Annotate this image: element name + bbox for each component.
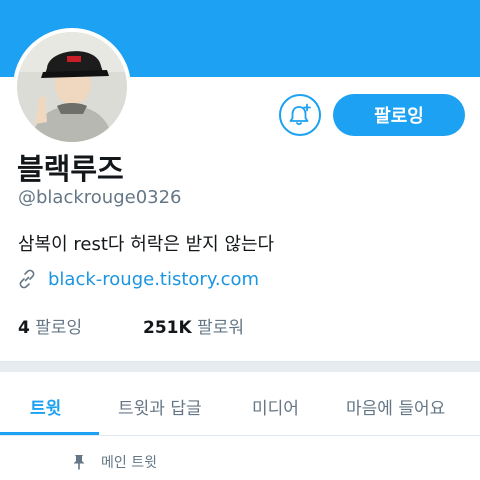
following-button-label: 팔로잉: [374, 106, 424, 127]
following-stat[interactable]: 4 팔로잉: [18, 313, 82, 338]
bell-plus-icon: [289, 103, 311, 126]
link-icon: [19, 269, 35, 289]
tab-media[interactable]: 미디어: [252, 394, 299, 419]
pinned-tweet-header: 메인 트윗: [72, 452, 157, 472]
following-button[interactable]: 팔로잉: [333, 94, 465, 136]
followers-label: 팔로워: [191, 318, 244, 338]
active-tab-indicator: [0, 432, 99, 435]
following-count: 4: [18, 318, 30, 338]
profile-link-row[interactable]: black-rouge.tistory.com: [16, 268, 259, 290]
followers-count: 251K: [143, 318, 192, 338]
followers-stat[interactable]: 251K 팔로워: [143, 313, 244, 338]
profile-link[interactable]: black-rouge.tistory.com: [48, 269, 259, 290]
avatar[interactable]: [17, 32, 127, 142]
pinned-label: 메인 트윗: [101, 455, 157, 471]
tab-tweets[interactable]: 트윗: [30, 394, 61, 419]
tab-tweets-and-replies[interactable]: 트윗과 답글: [118, 394, 202, 419]
user-bio: 삼복이 rest다 허락은 받지 않는다: [18, 234, 275, 255]
section-gap: [0, 362, 480, 372]
tab-likes[interactable]: 마음에 들어요: [346, 394, 445, 419]
pin-icon: [73, 455, 85, 470]
notifications-button[interactable]: [279, 94, 321, 136]
user-handle: @blackrouge0326: [18, 187, 182, 208]
display-name: 블랙루즈: [17, 152, 124, 186]
profile-tabs: 트윗 트윗과 답글 미디어 마음에 들어요: [0, 372, 480, 436]
following-label: 팔로잉: [29, 318, 83, 338]
